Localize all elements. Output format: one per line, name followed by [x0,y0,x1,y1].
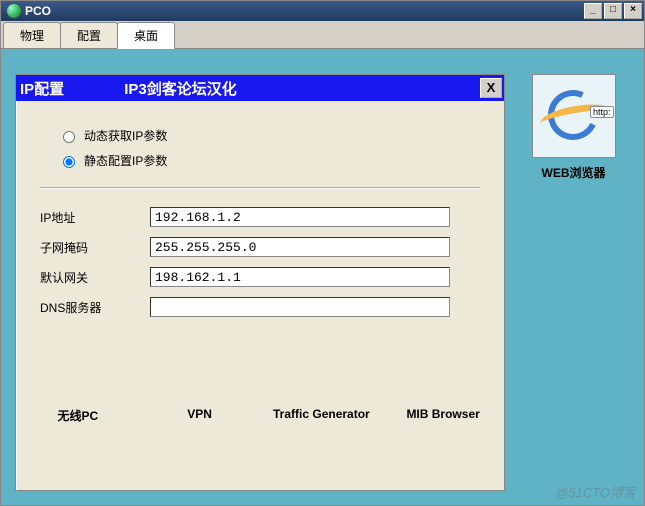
web-browser-icon[interactable]: http: WEB浏览器 [529,74,619,181]
tab-desktop[interactable]: 桌面 [117,22,175,49]
dns-input[interactable] [150,297,450,317]
mask-label: 子网掩码 [40,239,150,256]
mib-browser-icon[interactable]: MIB Browser [388,407,498,424]
tab-physical[interactable]: 物理 [3,22,61,49]
tab-bar: 物理 配置 桌面 [1,21,644,49]
tab-config[interactable]: 配置 [60,22,118,49]
close-button[interactable]: × [624,3,642,19]
vpn-icon[interactable]: VPN [145,407,255,424]
minimize-button[interactable]: _ [584,3,602,19]
radio-dhcp-label: 动态获取IP参数 [84,127,167,144]
wireless-pc-icon[interactable]: 无线PC [23,407,133,424]
bottom-icon-row: 无线PC VPN Traffic Generator MIB Browser [17,407,504,424]
dialog-title-2: IP3剑客论坛汉化 [124,78,237,99]
app-icon [7,4,21,18]
window-title: PCO [25,4,584,18]
gateway-input[interactable] [150,267,450,287]
radio-dhcp-row[interactable]: 动态获取IP参数 [58,127,480,144]
divider [40,187,480,189]
maximize-button[interactable]: □ [604,3,622,19]
dialog-titlebar[interactable]: IP配置 IP3剑客论坛汉化 X [16,75,504,101]
http-tag: http: [590,106,614,118]
ip-input[interactable] [150,207,450,227]
mask-input[interactable] [150,237,450,257]
dns-label: DNS服务器 [40,299,150,316]
radio-static-row[interactable]: 静态配置IP参数 [58,152,480,169]
gateway-label: 默认网关 [40,269,150,286]
ip-config-dialog: IP配置 IP3剑客论坛汉化 X 动态获取IP参数 静态配置IP参数 IP地址 [15,74,505,491]
web-browser-label: WEB浏览器 [529,164,619,181]
workspace: IP配置 IP3剑客论坛汉化 X 动态获取IP参数 静态配置IP参数 IP地址 [1,49,644,505]
dialog-close-button[interactable]: X [480,78,502,98]
ip-label: IP地址 [40,209,150,226]
traffic-generator-icon[interactable]: Traffic Generator [266,407,376,424]
radio-dhcp[interactable] [63,131,75,143]
desktop-icons: http: WEB浏览器 [517,74,630,491]
radio-static-label: 静态配置IP参数 [84,152,167,169]
dialog-title-1: IP配置 [20,78,64,99]
browser-icon-box: http: [532,74,616,158]
ie-icon: http: [546,88,602,144]
radio-static[interactable] [63,156,75,168]
titlebar[interactable]: PCO _ □ × [1,1,644,21]
app-window: PCO _ □ × 物理 配置 桌面 IP配置 IP3剑客论坛汉化 X 动态获取… [0,0,645,506]
